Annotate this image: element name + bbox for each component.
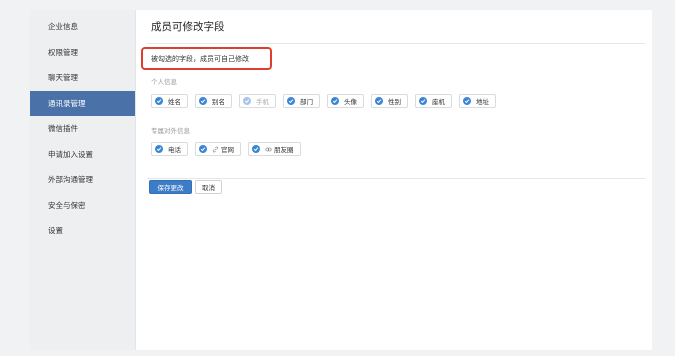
- field-label: 性别: [388, 98, 401, 106]
- divider: [147, 43, 645, 44]
- field-checkbox-gender[interactable]: 性别: [371, 94, 408, 108]
- field-checkbox-alias[interactable]: 别名: [195, 94, 232, 108]
- field-label: 地址: [476, 98, 489, 106]
- sidebar: 企业信息 权限管理 聊天管理 通讯录管理 微信插件 申请加入设置 外部沟通管理 …: [30, 10, 136, 350]
- field-label: 头像: [344, 98, 357, 106]
- check-icon: [252, 145, 260, 153]
- field-label: 手机: [256, 98, 269, 106]
- field-checkbox-address[interactable]: 地址: [459, 94, 496, 108]
- check-icon: [331, 97, 339, 105]
- personal-fields-row: 姓名 别名 手机 部门 头像 性别 座机 地址: [151, 94, 496, 108]
- field-label: 部门: [300, 98, 313, 106]
- cancel-button[interactable]: 取消: [195, 180, 222, 194]
- link-icon: [212, 146, 219, 152]
- save-button[interactable]: 保存更改: [149, 180, 192, 194]
- field-label: 别名: [212, 98, 225, 106]
- check-icon: [287, 97, 295, 105]
- sidebar-item-wechat-plugin[interactable]: 微信插件: [30, 116, 135, 142]
- divider: [147, 178, 645, 179]
- field-checkbox-mobile: 手机: [239, 94, 276, 108]
- external-fields-row: 电话 官网 朋友圈: [151, 142, 301, 156]
- check-icon: [155, 145, 163, 153]
- check-icon: [199, 97, 207, 105]
- sidebar-item-company-info[interactable]: 企业信息: [30, 14, 135, 40]
- field-checkbox-phone[interactable]: 电话: [151, 142, 188, 156]
- section-label-external: 专属对外信息: [151, 127, 190, 135]
- section-label-personal: 个人信息: [151, 78, 177, 86]
- sidebar-item-permissions[interactable]: 权限管理: [30, 40, 135, 66]
- sidebar-item-contacts[interactable]: 通讯录管理: [30, 90, 135, 116]
- hint-text: 被勾选的字段，成员可自己修改: [151, 55, 249, 63]
- moments-icon: [265, 147, 272, 151]
- field-checkbox-department[interactable]: 部门: [283, 94, 320, 108]
- field-checkbox-name[interactable]: 姓名: [151, 94, 188, 108]
- check-icon: [375, 97, 383, 105]
- app-window: 企业信息 权限管理 聊天管理 通讯录管理 微信插件 申请加入设置 外部沟通管理 …: [30, 10, 652, 350]
- sidebar-item-settings[interactable]: 设置: [30, 218, 135, 244]
- field-label: 朋友圈: [274, 146, 294, 154]
- sidebar-item-join-settings[interactable]: 申请加入设置: [30, 142, 135, 168]
- sidebar-item-security[interactable]: 安全与保密: [30, 193, 135, 219]
- field-label: 座机: [432, 98, 445, 106]
- check-icon: [199, 145, 207, 153]
- check-icon: [155, 97, 163, 105]
- sidebar-item-external-comm[interactable]: 外部沟通管理: [30, 167, 135, 193]
- main-panel: 成员可修改字段 被勾选的字段，成员可自己修改 个人信息 姓名 别名 手机 部门: [137, 10, 652, 350]
- field-label: 姓名: [168, 98, 181, 106]
- page-title: 成员可修改字段: [151, 21, 225, 33]
- field-checkbox-avatar[interactable]: 头像: [327, 94, 364, 108]
- field-checkbox-website[interactable]: 官网: [195, 142, 241, 156]
- field-checkbox-moments[interactable]: 朋友圈: [248, 142, 301, 156]
- check-icon: [463, 97, 471, 105]
- field-label: 电话: [168, 146, 181, 154]
- field-label: 官网: [221, 146, 234, 154]
- field-checkbox-landline[interactable]: 座机: [415, 94, 452, 108]
- check-icon: [419, 97, 427, 105]
- sidebar-item-chat[interactable]: 聊天管理: [30, 65, 135, 91]
- check-icon: [243, 97, 251, 105]
